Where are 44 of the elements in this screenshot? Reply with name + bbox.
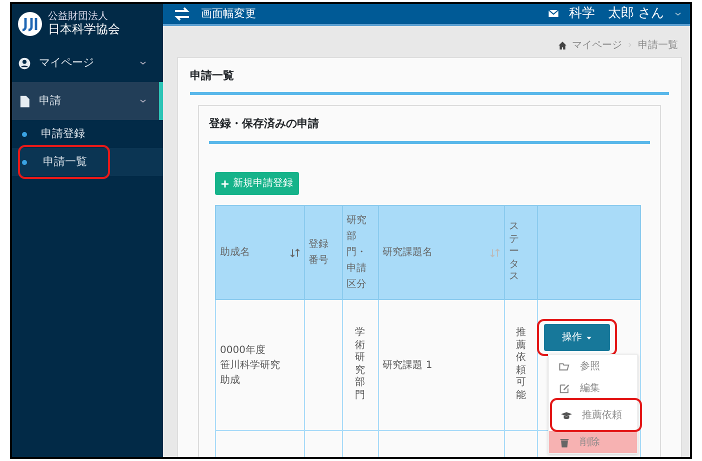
plus-icon xyxy=(221,180,229,188)
bullet-icon xyxy=(22,160,27,164)
caret-down-icon xyxy=(586,334,592,340)
mail-icon xyxy=(548,8,559,20)
column-header[interactable]: 研究課題名 xyxy=(382,245,433,260)
swap-arrows-icon xyxy=(173,6,191,22)
sidebar-subitem[interactable]: 申請登録 xyxy=(12,120,163,148)
chevron-down-icon xyxy=(139,59,147,67)
breadcrumb-link[interactable]: マイページ xyxy=(572,38,622,52)
separator-icon xyxy=(627,41,633,49)
toggle-width-link[interactable]: 画面幅変更 xyxy=(201,6,538,22)
actions-dropdown-button[interactable]: 操作 xyxy=(544,324,610,351)
document-icon xyxy=(18,94,31,108)
panel-title: 申請一覧 xyxy=(190,64,669,95)
table-cell: 研究課題 1 xyxy=(382,360,432,370)
user-menu[interactable]: 科学 太郎 さん xyxy=(568,4,664,24)
menu-item[interactable]: 編集 xyxy=(549,377,638,399)
column-header: ステータス xyxy=(509,221,520,284)
sidebar-item[interactable]: 申請 xyxy=(12,82,163,120)
chevron-down-icon xyxy=(139,97,147,105)
table-cell: 0000年度 笹川科学研究 助成 xyxy=(220,344,280,386)
graduation-cap-icon xyxy=(561,410,572,420)
edit-icon xyxy=(559,382,570,394)
logo-icon xyxy=(18,12,42,36)
chevron-down-icon xyxy=(674,10,682,18)
column-header[interactable]: 助成名 xyxy=(220,245,250,260)
menu-item[interactable]: 削除 xyxy=(549,431,638,453)
sidebar-item[interactable]: マイページ xyxy=(12,44,163,82)
sidebar-subitem[interactable]: 申請一覧 xyxy=(12,148,163,176)
organization-name: 日本科学協会 xyxy=(48,22,120,36)
home-icon xyxy=(558,40,567,50)
table-cell: 学術研究部門 xyxy=(355,327,366,402)
folder-icon xyxy=(559,360,570,372)
user-icon xyxy=(18,56,31,70)
table-cell: 推薦依頼可能 xyxy=(516,327,526,402)
menu-item[interactable]: 参照 xyxy=(549,355,638,377)
bullet-icon xyxy=(22,132,27,136)
menu-item[interactable]: 推薦依頼 xyxy=(551,399,642,431)
organization-type: 公益財団法人 xyxy=(48,12,109,22)
column-header: 研究部門・申請区分 xyxy=(346,214,367,292)
new-application-button[interactable]: 新規申請登録 xyxy=(215,172,299,195)
section-title: 登録・保存済みの申請 xyxy=(209,112,650,144)
column-header: 登録番号 xyxy=(308,238,329,268)
trash-icon xyxy=(559,436,570,448)
